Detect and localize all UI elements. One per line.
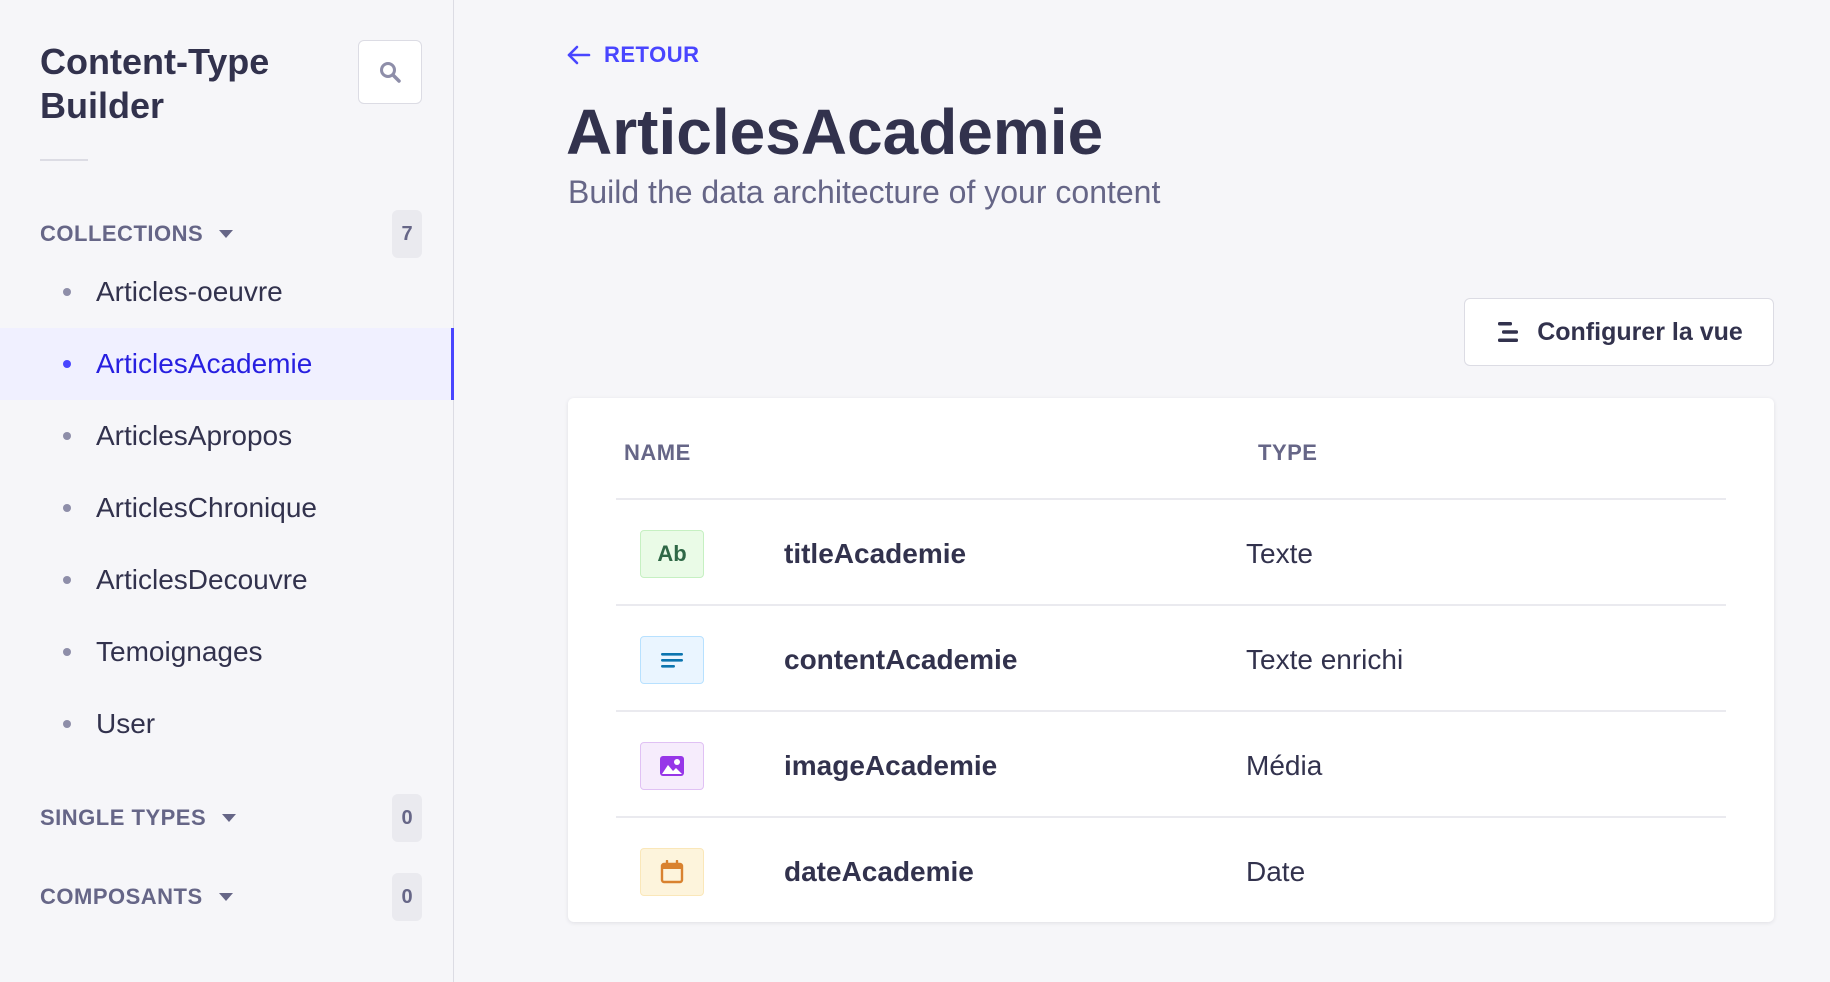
section-composants[interactable]: COMPOSANTS 0 — [40, 873, 422, 921]
sidebar-item-label: Articles-oeuvre — [96, 276, 283, 307]
bullet-icon — [63, 360, 71, 368]
field-type: Texte enrichi — [1246, 644, 1404, 675]
field-name: dateAcademie — [784, 856, 974, 887]
bullet-icon — [63, 504, 71, 512]
column-header-name: NAME — [624, 440, 691, 465]
section-label: SINGLE TYPES — [40, 805, 207, 830]
sidebar-item-articlesapropos[interactable]: ArticlesApropos — [0, 400, 454, 472]
field-type: Média — [1246, 750, 1323, 781]
field-name: contentAcademie — [784, 644, 1018, 675]
search-button[interactable] — [358, 40, 422, 104]
configure-view-label: Configurer la vue — [1537, 317, 1743, 346]
arrow-left-icon — [567, 45, 591, 65]
table-row[interactable]: contentAcademie Texte enrichi — [616, 606, 1726, 712]
calendar-icon — [640, 848, 704, 896]
text-icon-label: Ab — [657, 541, 687, 566]
sidebar-item-articles-oeuvre[interactable]: Articles-oeuvre — [0, 256, 454, 328]
sidebar-item-user[interactable]: User — [0, 688, 454, 760]
page-title: ArticlesAcademie — [566, 96, 1104, 168]
section-single-types[interactable]: SINGLE TYPES 0 — [40, 794, 422, 842]
sidebar-item-articleschronique[interactable]: ArticlesChronique — [0, 472, 454, 544]
sidebar-item-articlesdecouvre[interactable]: ArticlesDecouvre — [0, 544, 454, 616]
section-collections[interactable]: COLLECTIONS 7 — [40, 210, 422, 258]
bullet-icon — [63, 432, 71, 440]
rich-text-icon — [640, 636, 704, 684]
sidebar-title: Content-Type Builder — [40, 41, 270, 126]
table-row[interactable]: imageAcademie Média — [616, 712, 1726, 818]
sidebar-item-label: ArticlesDecouvre — [96, 564, 308, 595]
back-link[interactable]: RETOUR — [566, 42, 700, 68]
section-label: COLLECTIONS — [40, 221, 204, 246]
back-label: RETOUR — [604, 42, 700, 67]
sidebar-item-label: User — [96, 708, 156, 739]
caret-down-icon — [219, 230, 234, 238]
fields-table: NAME TYPE Ab titleAcademie Texte content… — [568, 398, 1774, 922]
table-row[interactable]: Ab titleAcademie Texte — [616, 500, 1726, 606]
sidebar-item-label: ArticlesAcademie — [96, 348, 313, 379]
table-row[interactable]: dateAcademie Date — [616, 818, 1726, 924]
sidebar-item-temoignages[interactable]: Temoignages — [0, 616, 454, 688]
sidebar-item-articlesacademie[interactable]: ArticlesAcademie — [0, 328, 454, 400]
sidebar-item-label: Temoignages — [96, 636, 263, 667]
configure-view-button[interactable]: Configurer la vue — [1464, 298, 1774, 366]
field-type: Texte — [1246, 538, 1313, 569]
bullet-icon — [63, 720, 71, 728]
bullet-icon — [63, 576, 71, 584]
section-label: COMPOSANTS — [40, 884, 203, 909]
column-header-type: TYPE — [1258, 440, 1318, 465]
text-icon: Ab — [640, 530, 704, 578]
media-icon — [640, 742, 704, 790]
sidebar-item-label: ArticlesChronique — [96, 492, 317, 523]
sidebar-divider — [40, 159, 88, 161]
field-name: imageAcademie — [784, 750, 998, 781]
section-count-badge: 0 — [392, 794, 422, 842]
section-count-badge: 0 — [392, 873, 422, 921]
caret-down-icon — [222, 814, 237, 822]
caret-down-icon — [218, 893, 233, 901]
bullet-icon — [63, 288, 71, 296]
field-type: Date — [1246, 856, 1306, 887]
sidebar-item-label: ArticlesApropos — [96, 420, 293, 451]
bullet-icon — [63, 648, 71, 656]
page-subtitle: Build the data architecture of your cont… — [568, 174, 1161, 210]
section-count-badge: 7 — [392, 210, 422, 258]
field-name: titleAcademie — [784, 538, 967, 569]
search-icon — [380, 62, 401, 83]
list-settings-icon — [1498, 322, 1519, 342]
sidebar: Content-Type Builder COLLECTIONS 7 Artic… — [0, 0, 454, 982]
